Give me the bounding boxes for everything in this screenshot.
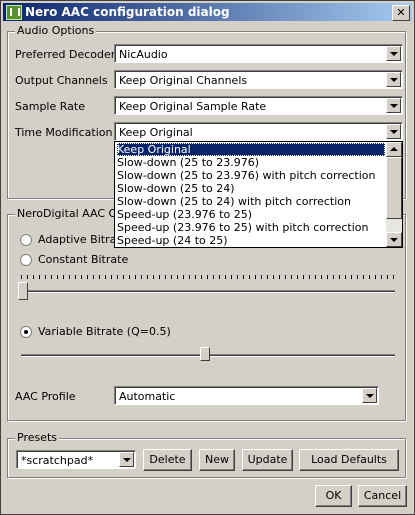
cancel-button[interactable]: Cancel — [358, 485, 407, 507]
audio-options-legend: Audio Options — [15, 24, 97, 37]
dropdown-option[interactable]: Keep Original — [117, 143, 385, 156]
dropdown-option[interactable]: Speed-up (23.976 to 25) with pitch corre… — [117, 221, 368, 234]
new-preset-button[interactable]: New — [199, 449, 235, 471]
chevron-down-icon[interactable] — [386, 98, 401, 113]
dropdown-scrollbar[interactable] — [386, 142, 402, 247]
scroll-down-icon[interactable] — [386, 232, 402, 247]
time-modification-label: Time Modification — [15, 126, 113, 139]
dropdown-option[interactable]: Speed-up (23.976 to 25) — [117, 208, 252, 221]
dialog-window: Nero AAC configuration dialog ✕ Audio Op… — [0, 0, 415, 515]
constant-bitrate-slider-thumb[interactable] — [18, 282, 28, 300]
dropdown-option[interactable]: Slow-down (25 to 23.976) with pitch corr… — [117, 169, 376, 182]
ok-button[interactable]: OK — [315, 485, 352, 507]
preferred-decoder-value: NicAudio — [119, 48, 168, 61]
chevron-down-icon[interactable] — [386, 46, 401, 61]
variable-bitrate-slider-thumb[interactable] — [200, 347, 210, 366]
adaptive-bitrate-radio[interactable] — [20, 234, 32, 246]
sample-rate-label: Sample Rate — [15, 100, 85, 113]
dropdown-option[interactable]: Slow-down (25 to 24) — [117, 182, 235, 195]
output-channels-label: Output Channels — [15, 74, 108, 87]
constant-bitrate-radio[interactable] — [20, 254, 32, 266]
sample-rate-select[interactable]: Keep Original Sample Rate — [114, 96, 403, 115]
app-icon — [6, 5, 22, 20]
update-preset-button[interactable]: Update — [242, 449, 293, 471]
chevron-down-icon[interactable] — [362, 388, 377, 403]
output-channels-select[interactable]: Keep Original Channels — [114, 70, 403, 89]
aac-profile-select[interactable]: Automatic — [114, 386, 379, 405]
time-modification-dropdown-list[interactable]: Keep Original Slow-down (25 to 23.976) Slo… — [114, 141, 403, 248]
dropdown-option[interactable]: Speed-up (24 to 25) — [117, 234, 228, 247]
preferred-decoder-select[interactable]: NicAudio — [114, 44, 403, 63]
variable-bitrate-radio[interactable] — [20, 326, 32, 338]
nerodigital-legend: NeroDigital AAC Op — [15, 207, 127, 220]
chevron-down-icon[interactable] — [386, 124, 401, 139]
close-button[interactable]: ✕ — [392, 5, 410, 21]
preset-value: *scratchpad* — [21, 454, 94, 467]
time-modification-select[interactable]: Keep Original — [114, 122, 403, 141]
sample-rate-value: Keep Original Sample Rate — [119, 100, 267, 113]
time-modification-value: Keep Original — [119, 126, 193, 139]
chevron-down-icon[interactable] — [386, 72, 401, 87]
aac-profile-value: Automatic — [119, 390, 176, 403]
chevron-down-icon[interactable] — [119, 452, 134, 467]
aac-profile-label: AAC Profile — [15, 390, 76, 403]
window-title: Nero AAC configuration dialog — [25, 5, 230, 19]
constant-bitrate-track[interactable] — [21, 290, 395, 293]
constant-bitrate-ticks — [21, 275, 395, 279]
presets-legend: Presets — [15, 431, 60, 444]
dropdown-option[interactable]: Slow-down (25 to 23.976) — [117, 156, 259, 169]
variable-bitrate-label[interactable]: Variable Bitrate (Q=0.5) — [38, 325, 171, 338]
output-channels-value: Keep Original Channels — [119, 74, 248, 87]
title-bar[interactable]: Nero AAC configuration dialog ✕ — [3, 3, 412, 21]
scrollbar-thumb[interactable] — [386, 157, 402, 219]
load-defaults-button[interactable]: Load Defaults — [299, 449, 399, 471]
scroll-up-icon[interactable] — [386, 142, 402, 157]
dropdown-option[interactable]: Slow-down (25 to 24) with pitch correcti… — [117, 195, 351, 208]
preset-select[interactable]: *scratchpad* — [16, 450, 136, 469]
delete-preset-button[interactable]: Delete — [143, 449, 192, 471]
preferred-decoder-label: Preferred Decoder — [15, 48, 116, 61]
constant-bitrate-label[interactable]: Constant Bitrate — [38, 253, 128, 266]
